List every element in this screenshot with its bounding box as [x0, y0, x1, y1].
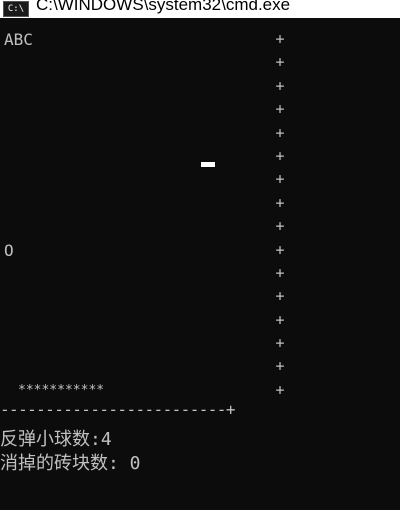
cmd-app-icon[interactable]: C:\ — [3, 1, 29, 17]
wall-plus: + — [275, 123, 285, 142]
brick-icon — [201, 162, 215, 167]
wall-plus: + — [275, 170, 285, 189]
ball: O — [4, 241, 14, 260]
wall-plus: + — [275, 380, 285, 399]
wall-plus: + — [275, 310, 285, 329]
console-area[interactable]: ABC O + + + + + + + + + + + + + + + + *********** -----… — [0, 18, 400, 510]
floor-line: -------------------------+ — [0, 400, 235, 419]
paddle: *********** — [18, 383, 105, 398]
top-label: ABC — [4, 30, 33, 49]
wall-plus: + — [275, 53, 285, 72]
wall-plus: + — [275, 240, 285, 259]
wall-plus: + — [275, 193, 285, 212]
wall-plus: + — [275, 263, 285, 282]
cmd-window: C:\ C:\WINDOWS\system32\cmd.exe ABC O + +… — [0, 0, 400, 510]
window-title: C:\WINDOWS\system32\cmd.exe — [36, 0, 291, 14]
wall-plus: + — [275, 357, 285, 376]
bounce-count-text: 反弹小球数:4 — [0, 429, 112, 450]
wall-plus: + — [275, 287, 285, 306]
wall-plus: + — [275, 146, 285, 165]
wall-plus: + — [275, 217, 285, 236]
bricks-cleared-text: 消掉的砖块数: 0 — [0, 453, 141, 474]
wall-plus: + — [275, 30, 285, 48]
wall-plus: + — [275, 334, 285, 353]
right-wall: + + + + + + + + + + + + + + + + — [272, 28, 288, 402]
wall-plus: + — [275, 76, 285, 95]
title-bar[interactable]: C:\ C:\WINDOWS\system32\cmd.exe — [0, 0, 400, 18]
wall-plus: + — [275, 100, 285, 119]
